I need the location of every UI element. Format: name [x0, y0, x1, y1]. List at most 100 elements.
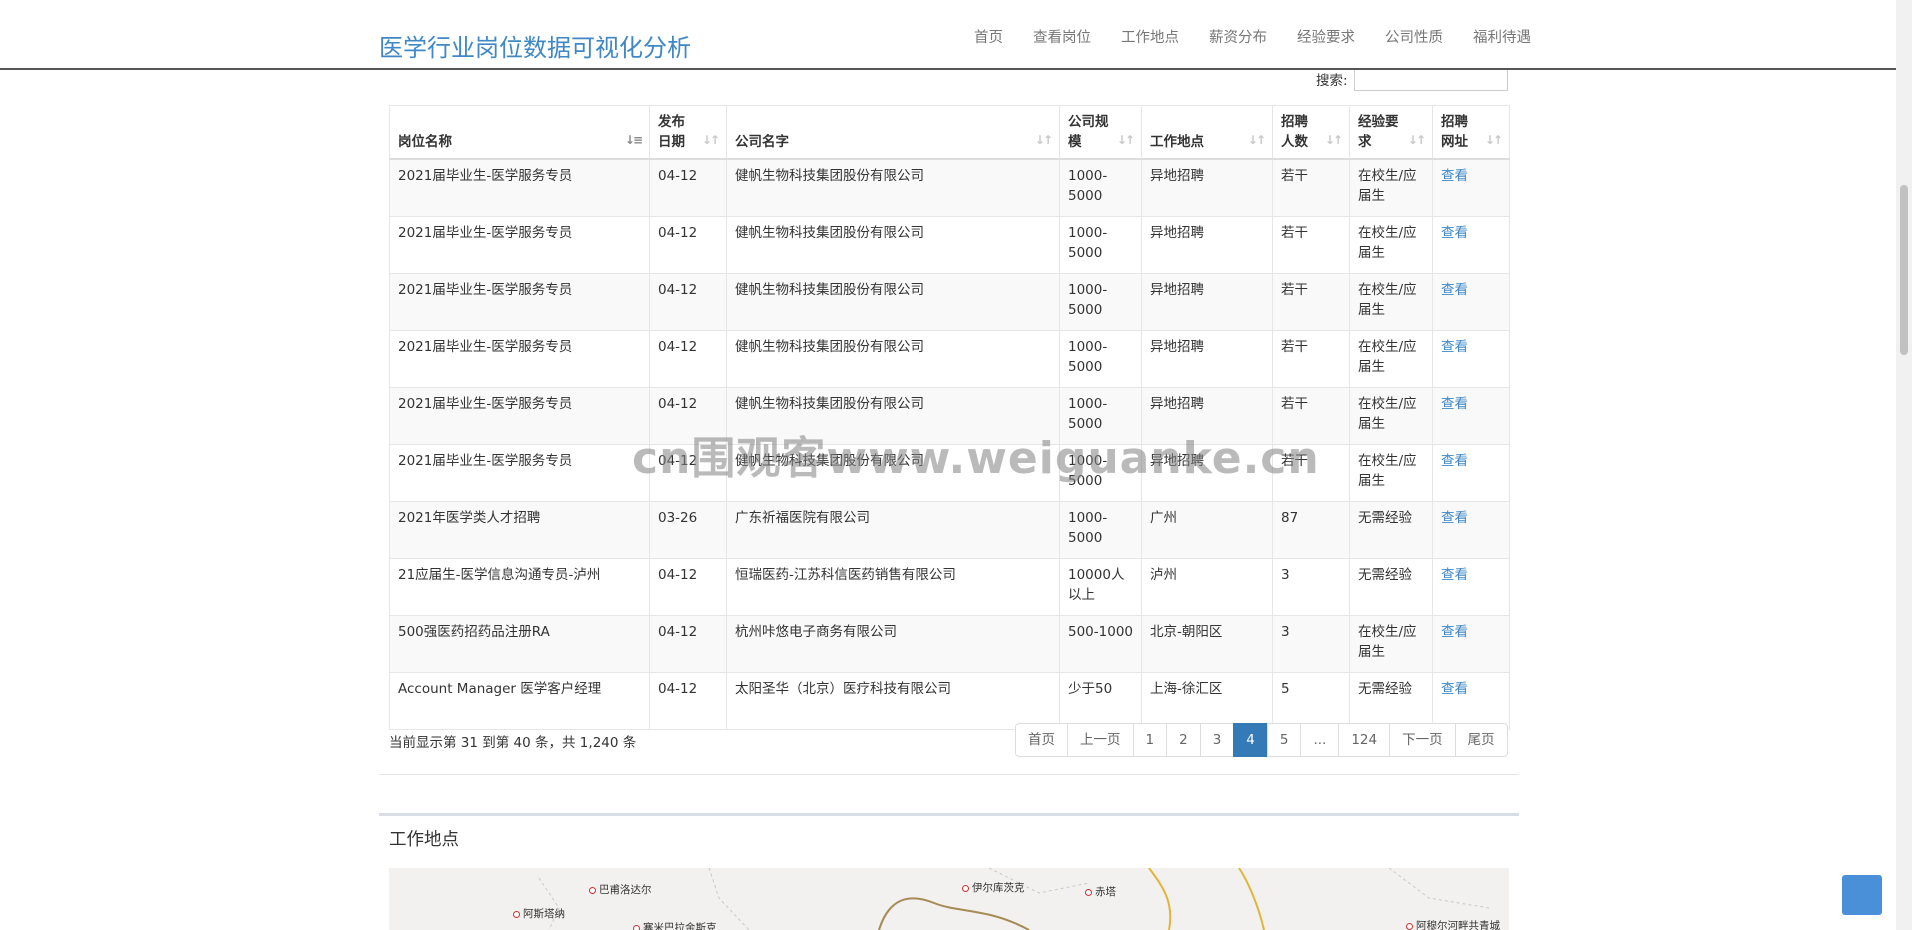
next-page-button[interactable]: 下一页	[1389, 723, 1456, 757]
back-to-top-button[interactable]	[1842, 875, 1882, 915]
cell-job-title: 2021届毕业生-医学服务专员	[389, 386, 650, 445]
table-row: 2021届毕业生-医学服务专员 04-12 健帆生物科技集团股份有限公司 1000-5…	[389, 329, 1510, 388]
cell-job-title: 2021届毕业生-医学服务专员	[389, 215, 650, 274]
nav-home[interactable]: 首页	[974, 26, 1003, 47]
cell-headcount: 若干	[1272, 215, 1350, 274]
cell-job-title: 500强医药招药品注册RA	[389, 614, 650, 673]
cell-company: 健帆生物科技集团股份有限公司	[726, 329, 1060, 388]
cell-size: 1000-5000	[1059, 215, 1142, 274]
column-header-size[interactable]: 公司规模 ↓↑	[1059, 105, 1142, 160]
cell-location: 异地招聘	[1141, 329, 1273, 388]
sort-icon: ↓↑	[1324, 133, 1343, 147]
cell-job-title: 2021年医学类人才招聘	[389, 500, 650, 559]
cell-headcount: 若干	[1272, 272, 1350, 331]
jobs-table: 岗位名称 ↓≡ 发布日期 ↓↑ 公司名字 ↓↑ 公司规模 ↓↑ 工作地点 ↓↑ 招聘人数 ↓…	[389, 105, 1510, 730]
nav-company-type[interactable]: 公司性质	[1385, 26, 1443, 47]
cell-size: 10000人以上	[1059, 557, 1142, 616]
column-header-headcount[interactable]: 招聘人数 ↓↑	[1272, 105, 1350, 160]
view-link[interactable]: 查看	[1432, 272, 1510, 331]
map-label-city: 阿斯塔纳	[513, 906, 565, 921]
view-link[interactable]: 查看	[1432, 386, 1510, 445]
city-dot-icon	[633, 924, 640, 930]
page-3-button[interactable]: 3	[1199, 723, 1235, 757]
cell-experience: 在校生/应届生	[1349, 272, 1433, 331]
view-link[interactable]: 查看	[1432, 158, 1510, 217]
page-124-button[interactable]: 124	[1338, 723, 1391, 757]
cell-date: 04-12	[649, 671, 727, 730]
sort-icon: ↓↑	[1247, 133, 1266, 147]
site-title[interactable]: 医学行业岗位数据可视化分析	[379, 28, 691, 63]
cell-headcount: 若干	[1272, 329, 1350, 388]
cell-size: 1000-5000	[1059, 329, 1142, 388]
prev-page-button[interactable]: 上一页	[1067, 723, 1134, 757]
map-label-city: 赤塔	[1085, 884, 1116, 899]
cell-date: 04-12	[649, 158, 727, 217]
cell-experience: 在校生/应届生	[1349, 386, 1433, 445]
page-4-button[interactable]: 4	[1233, 723, 1268, 757]
cell-experience: 在校生/应届生	[1349, 443, 1433, 502]
cell-headcount: 3	[1272, 557, 1350, 616]
page-1-button[interactable]: 1	[1132, 723, 1168, 757]
sort-asc-icon: ↓≡	[624, 133, 643, 147]
table-row: 2021届毕业生-医学服务专员 04-12 健帆生物科技集团股份有限公司 1000-5…	[389, 158, 1510, 217]
nav-salary[interactable]: 薪资分布	[1209, 26, 1267, 47]
view-link[interactable]: 查看	[1432, 614, 1510, 673]
watermark: cn围观客www.weiguanke.cn	[632, 433, 1320, 484]
map-label-city: 伊尔库茨克	[962, 880, 1025, 895]
view-link[interactable]: 查看	[1432, 329, 1510, 388]
view-link[interactable]: 查看	[1432, 671, 1510, 730]
table-header-row: 岗位名称 ↓≡ 发布日期 ↓↑ 公司名字 ↓↑ 公司规模 ↓↑ 工作地点 ↓↑ 招聘人数 ↓…	[389, 105, 1510, 160]
column-header-job-title[interactable]: 岗位名称 ↓≡	[389, 105, 650, 160]
nav-jobs[interactable]: 查看岗位	[1033, 26, 1091, 47]
nav-benefits[interactable]: 福利待遇	[1473, 26, 1531, 47]
cell-company: 恒瑞医药-江苏科信医药销售有限公司	[726, 557, 1060, 616]
cell-date: 04-12	[649, 614, 727, 673]
scrollbar-track[interactable]	[1896, 0, 1912, 930]
last-page-button[interactable]: 尾页	[1454, 723, 1508, 757]
map-label-city: 阿穆尔河畔共青城	[1406, 918, 1500, 930]
cell-date: 04-12	[649, 329, 727, 388]
column-header-date[interactable]: 发布日期 ↓↑	[649, 105, 727, 160]
cell-location: 异地招聘	[1141, 215, 1273, 274]
cell-job-title: 2021届毕业生-医学服务专员	[389, 158, 650, 217]
cell-job-title: 2021届毕业生-医学服务专员	[389, 443, 650, 502]
page-2-button[interactable]: 2	[1166, 723, 1201, 757]
cell-date: 04-12	[649, 272, 727, 331]
cell-location: 北京-朝阳区	[1141, 614, 1273, 673]
nav-experience[interactable]: 经验要求	[1297, 26, 1355, 47]
column-header-location[interactable]: 工作地点 ↓↑	[1141, 105, 1273, 160]
table-row: 21应届生-医学信息沟通专员-泸州 04-12 恒瑞医药-江苏科信医药销售有限公司 1…	[389, 557, 1510, 616]
sort-icon: ↓↑	[1407, 133, 1426, 147]
table-row: Account Manager 医学客户经理 04-12 太阳圣华（北京）医疗科技有…	[389, 671, 1510, 730]
location-map[interactable]: 巴甫洛达尔 阿斯塔纳 塞米巴拉金斯克 伊尔库茨克 赤塔 阿穆尔河畔共青城	[389, 868, 1509, 930]
section-divider	[379, 813, 1519, 816]
cell-job-title: Account Manager 医学客户经理	[389, 671, 650, 730]
map-label-city: 塞米巴拉金斯克	[633, 920, 717, 930]
column-header-experience[interactable]: 经验要求 ↓↑	[1349, 105, 1433, 160]
nav-locations[interactable]: 工作地点	[1121, 26, 1179, 47]
section-title-locations: 工作地点	[389, 830, 459, 850]
first-page-button[interactable]: 首页	[1015, 723, 1068, 757]
view-link[interactable]: 查看	[1432, 500, 1510, 559]
column-header-company[interactable]: 公司名字 ↓↑	[726, 105, 1060, 160]
cell-location: 广州	[1141, 500, 1273, 559]
table-row: 2021届毕业生-医学服务专员 04-12 健帆生物科技集团股份有限公司 1000-5…	[389, 215, 1510, 274]
cell-experience: 无需经验	[1349, 557, 1433, 616]
cell-company: 健帆生物科技集团股份有限公司	[726, 158, 1060, 217]
view-link[interactable]: 查看	[1432, 557, 1510, 616]
cell-date: 04-12	[649, 215, 727, 274]
cell-size: 1000-5000	[1059, 500, 1142, 559]
cell-job-title: 2021届毕业生-医学服务专员	[389, 329, 650, 388]
cell-size: 少于50	[1059, 671, 1142, 730]
column-header-url[interactable]: 招聘网址 ↓↑	[1432, 105, 1510, 160]
view-link[interactable]: 查看	[1432, 215, 1510, 274]
cell-headcount: 87	[1272, 500, 1350, 559]
view-link[interactable]: 查看	[1432, 443, 1510, 502]
city-dot-icon	[962, 884, 969, 892]
cell-location: 异地招聘	[1141, 272, 1273, 331]
cell-experience: 在校生/应届生	[1349, 158, 1433, 217]
page-5-button[interactable]: 5	[1266, 723, 1302, 757]
table-row: 500强医药招药品注册RA 04-12 杭州咔悠电子商务有限公司 500-1000 北京…	[389, 614, 1510, 673]
scrollbar-thumb[interactable]	[1900, 185, 1908, 355]
search-label: 搜索:	[1316, 73, 1348, 89]
